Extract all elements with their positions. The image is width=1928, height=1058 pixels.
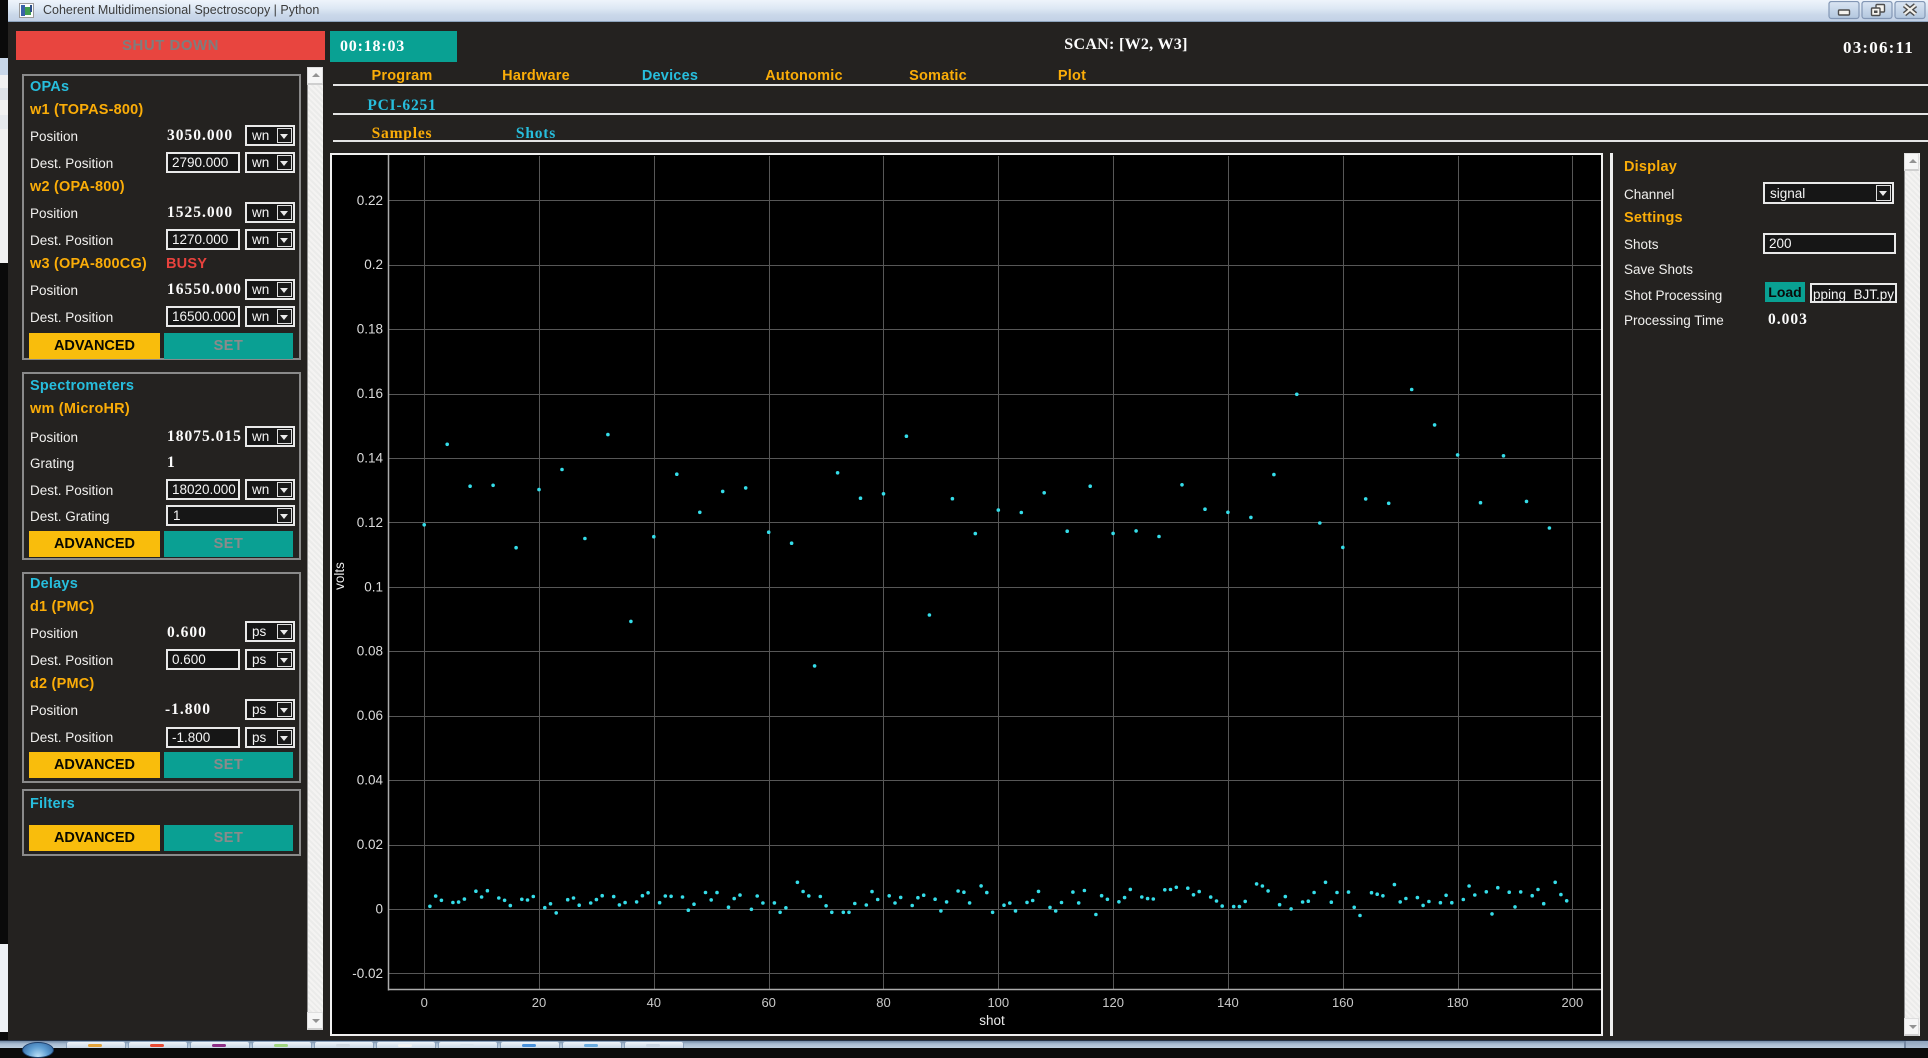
svg-text:140: 140 bbox=[1217, 995, 1239, 1010]
svg-text:0.02: 0.02 bbox=[357, 837, 383, 852]
svg-text:-0.02: -0.02 bbox=[352, 966, 383, 981]
svg-text:200: 200 bbox=[1562, 995, 1584, 1010]
svg-text:160: 160 bbox=[1332, 995, 1354, 1010]
svg-text:0.22: 0.22 bbox=[357, 193, 383, 208]
svg-text:0: 0 bbox=[375, 901, 383, 916]
svg-text:0.18: 0.18 bbox=[357, 322, 383, 337]
svg-text:100: 100 bbox=[987, 995, 1009, 1010]
svg-text:0.06: 0.06 bbox=[357, 708, 383, 723]
svg-text:20: 20 bbox=[532, 995, 546, 1010]
svg-text:0.12: 0.12 bbox=[357, 515, 383, 530]
svg-text:volts: volts bbox=[332, 562, 347, 590]
svg-text:120: 120 bbox=[1102, 995, 1124, 1010]
svg-text:60: 60 bbox=[761, 995, 775, 1010]
svg-text:0.08: 0.08 bbox=[357, 644, 383, 659]
svg-text:40: 40 bbox=[647, 995, 661, 1010]
svg-text:80: 80 bbox=[876, 995, 890, 1010]
svg-text:0.2: 0.2 bbox=[364, 257, 383, 272]
svg-text:0: 0 bbox=[421, 995, 428, 1010]
svg-text:0.1: 0.1 bbox=[364, 579, 383, 594]
svg-text:180: 180 bbox=[1447, 995, 1469, 1010]
svg-text:0.04: 0.04 bbox=[357, 773, 384, 788]
svg-text:0.14: 0.14 bbox=[357, 451, 384, 466]
svg-text:0.16: 0.16 bbox=[357, 386, 383, 401]
svg-text:shot: shot bbox=[979, 1013, 1005, 1028]
